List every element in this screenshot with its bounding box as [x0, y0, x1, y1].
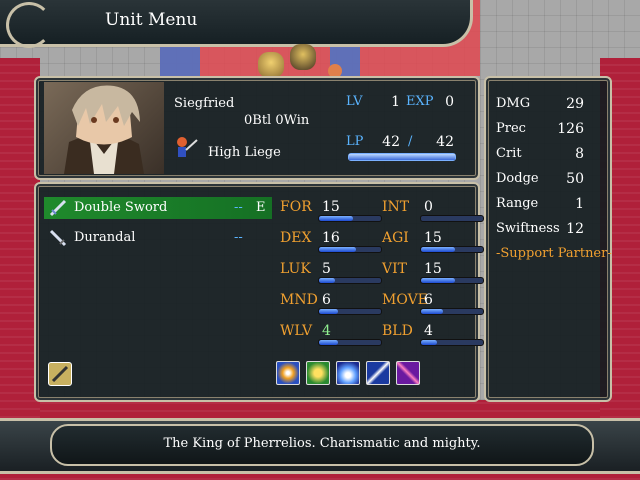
stat-label: DEX — [280, 230, 312, 246]
stat-bar-fill — [319, 247, 357, 252]
combat-stat-label: DMG — [496, 96, 531, 111]
stat-bar-fill — [319, 278, 335, 283]
stat-bar — [318, 215, 382, 222]
map-carpet — [40, 400, 600, 420]
item-row[interactable]: Durandal -- — [44, 227, 272, 249]
battle-record: 0Btl 0Win — [244, 113, 310, 128]
map-floor-tile — [160, 46, 200, 76]
stat-bar-fill — [319, 340, 338, 345]
stat-bar — [420, 277, 484, 284]
combat-stat-label: Range — [496, 196, 539, 211]
scroll-ornament-icon — [6, 2, 52, 48]
stat-bar — [420, 246, 484, 253]
stat-value: 5 — [322, 261, 331, 277]
stat-value: 6 — [424, 292, 433, 308]
stat-label: BLD — [382, 323, 413, 339]
item-name: Double Sword — [74, 200, 168, 215]
level-label: LV — [346, 94, 363, 109]
stat-label: WLV — [280, 323, 313, 339]
sword-skill-icon[interactable] — [366, 361, 390, 385]
combat-stat-label: Swiftness — [496, 221, 560, 236]
burst-skill-icon[interactable] — [276, 361, 300, 385]
stat-label: AGI — [382, 230, 409, 246]
stat-bar-fill — [421, 278, 456, 283]
combat-stat-label: Prec — [496, 121, 526, 136]
unit-portrait — [44, 82, 164, 174]
stat-label: VIT — [382, 261, 407, 277]
stat-bar — [420, 215, 484, 222]
lp-current: 42 — [382, 134, 400, 150]
combat-stat-label: Dodge — [496, 171, 539, 186]
item-row[interactable]: Double Sword -- E — [44, 197, 272, 219]
item-uses: -- — [234, 230, 243, 245]
combat-stat-value: 126 — [557, 121, 584, 137]
stat-bar — [318, 246, 382, 253]
sword-icon — [48, 198, 68, 218]
support-partner-label: -Support Partner- — [496, 246, 612, 261]
lp-label: LP — [346, 134, 364, 149]
combat-stat-value: 1 — [575, 196, 584, 212]
stat-value: 15 — [424, 261, 442, 277]
unit-sprite-on-map[interactable] — [258, 52, 284, 78]
unit-name: Siegfried — [174, 96, 235, 111]
stat-value: 0 — [424, 199, 433, 215]
combat-stat-value: 8 — [575, 146, 584, 162]
stat-bar-fill — [319, 309, 338, 314]
crown-skill-icon[interactable] — [306, 361, 330, 385]
stat-bar — [318, 277, 382, 284]
stat-value: 16 — [322, 230, 340, 246]
unit-menu-header: Unit Menu — [0, 0, 473, 48]
stat-label: MND — [280, 292, 318, 308]
page-title: Unit Menu — [105, 10, 198, 30]
stat-bar-fill — [421, 247, 456, 252]
stat-bar-fill — [421, 309, 443, 314]
combat-stat-value: 12 — [566, 221, 584, 237]
combat-stat-value: 29 — [566, 96, 584, 112]
lp-separator: / — [408, 134, 413, 149]
stat-bar — [318, 308, 382, 315]
class-sprite — [170, 134, 198, 162]
stat-value: 4 — [424, 323, 433, 339]
exp-label: EXP — [406, 94, 434, 109]
equipped-marker: E — [256, 200, 266, 215]
blade-skill-icon[interactable] — [336, 361, 360, 385]
combat-stat-value: 50 — [566, 171, 584, 187]
lp-bar-fill — [349, 154, 455, 160]
stat-value: 4 — [322, 323, 331, 339]
stat-value: 6 — [322, 292, 331, 308]
slash-skill-icon[interactable] — [396, 361, 420, 385]
stat-bar — [420, 308, 484, 315]
stat-value: 15 — [322, 199, 340, 215]
lp-max: 42 — [436, 134, 454, 150]
stat-bar-fill — [319, 216, 354, 221]
unit-description: The King of Pherrelios. Charismatic and … — [163, 436, 481, 451]
stat-bar — [318, 339, 382, 346]
level-value: 1 — [391, 94, 400, 110]
stat-value: 15 — [424, 230, 442, 246]
sword-icon — [48, 228, 68, 248]
stat-label: MOVE — [382, 292, 428, 308]
weapon-rank-icon[interactable] — [48, 362, 72, 386]
unit-class: High Liege — [208, 145, 281, 160]
stat-label: INT — [382, 199, 410, 215]
stat-bar-fill — [421, 340, 437, 345]
unit-sprite-on-map[interactable] — [290, 44, 316, 70]
combat-stat-label: Crit — [496, 146, 522, 161]
exp-value: 0 — [445, 94, 454, 110]
description-box: The King of Pherrelios. Charismatic and … — [50, 424, 594, 466]
stat-bar — [420, 339, 484, 346]
stat-label: FOR — [280, 199, 312, 215]
item-uses: -- — [234, 200, 243, 215]
item-name: Durandal — [74, 230, 136, 245]
lp-bar — [348, 153, 456, 161]
stat-label: LUK — [280, 261, 311, 277]
